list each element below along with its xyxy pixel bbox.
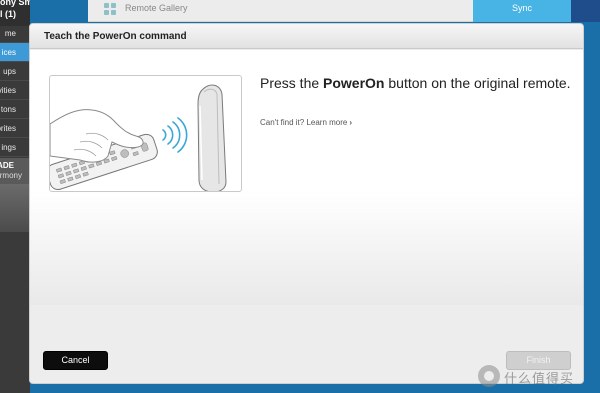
top-bar: Remote Gallery xyxy=(88,0,473,22)
watermark: 什么值得买 xyxy=(478,364,596,388)
hub-title: mony Smart trol (1) xyxy=(0,0,30,26)
sidebar-item-devices[interactable]: ices xyxy=(0,43,30,62)
remote-image xyxy=(0,184,30,232)
app-sidebar: mony Smart trol (1) me ices ups vities t… xyxy=(0,0,30,393)
instruction-text: Press the PowerOn button on the original… xyxy=(260,75,571,91)
teach-command-dialog: Teach the PowerOn command Press the Powe… xyxy=(29,23,584,384)
dialog-body: Press the PowerOn button on the original… xyxy=(30,50,583,305)
remote-upgrade-panel[interactable]: ADE rmony xyxy=(0,158,30,232)
sidebar-item-activities[interactable]: vities xyxy=(0,81,30,100)
remote-learning-illustration xyxy=(49,75,242,192)
dialog-title: Teach the PowerOn command xyxy=(44,31,187,42)
command-name: PowerOn xyxy=(323,75,385,91)
sidebar-item-groups[interactable]: ups xyxy=(0,62,30,81)
sidebar-item-home[interactable]: me xyxy=(0,24,30,43)
sidebar-item-favorites[interactable]: orites xyxy=(0,119,30,138)
watermark-text: 什么值得买 xyxy=(504,371,575,386)
learn-more-link[interactable]: Can't find it? Learn more › xyxy=(260,118,352,127)
window-edge xyxy=(571,0,600,22)
remote-gallery-link[interactable]: Remote Gallery xyxy=(125,3,188,13)
hand-remote-icon xyxy=(50,84,227,191)
sidebar-item-buttons[interactable]: tons xyxy=(0,100,30,119)
chevron-right-icon: › xyxy=(349,118,353,127)
grid-icon xyxy=(104,3,117,16)
cancel-button[interactable]: Cancel xyxy=(43,351,108,370)
sidebar-item-settings[interactable]: ings xyxy=(0,138,30,157)
dialog-header: Teach the PowerOn command xyxy=(30,24,583,49)
watermark-logo-icon xyxy=(478,365,500,387)
sync-button[interactable]: Sync xyxy=(473,0,571,22)
